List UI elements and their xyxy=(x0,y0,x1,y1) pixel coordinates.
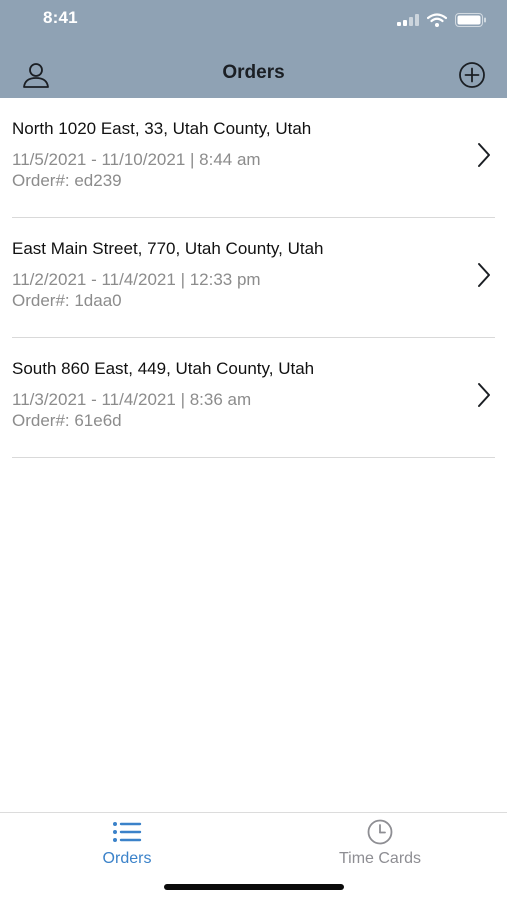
chevron-right-icon xyxy=(478,263,490,287)
order-address: North 1020 East, 33, Utah County, Utah xyxy=(12,119,312,138)
wifi-icon xyxy=(427,13,447,27)
order-address: East Main Street, 770, Utah County, Utah xyxy=(12,239,324,258)
row-divider xyxy=(12,457,495,458)
cellular-signal-icon xyxy=(397,14,419,26)
tab-time-cards[interactable]: Time Cards xyxy=(310,819,450,871)
status-icons xyxy=(397,13,487,27)
order-dates: 11/5/2021 - 11/10/2021 | 8:44 am xyxy=(12,150,261,169)
add-order-button[interactable] xyxy=(457,60,487,90)
order-address: South 860 East, 449, Utah County, Utah xyxy=(12,359,315,378)
tab-time-cards-label: Time Cards xyxy=(338,850,422,867)
chevron-right-icon xyxy=(478,143,490,167)
plus-circle-icon xyxy=(459,62,485,88)
status-time: 8:41 xyxy=(43,8,78,27)
order-row[interactable]: East Main Street, 770, Utah County, Utah… xyxy=(0,218,507,338)
page-title: Orders xyxy=(222,62,285,83)
order-number: Order#: 1daa0 xyxy=(12,291,122,310)
tab-orders[interactable]: Orders xyxy=(57,819,197,871)
clock-icon xyxy=(367,819,393,845)
navigation-header: 8:41 Orders xyxy=(0,0,507,98)
order-number: Order#: 61e6d xyxy=(12,411,122,430)
order-dates: 11/2/2021 - 11/4/2021 | 12:33 pm xyxy=(12,270,261,289)
order-dates: 11/3/2021 - 11/4/2021 | 8:36 am xyxy=(12,390,252,409)
home-indicator[interactable] xyxy=(164,884,344,890)
order-row[interactable]: North 1020 East, 33, Utah County, Utah 1… xyxy=(0,98,507,218)
list-icon xyxy=(113,822,142,842)
battery-icon xyxy=(455,13,486,27)
orders-list: North 1020 East, 33, Utah County, Utah 1… xyxy=(0,98,507,458)
chevron-right-icon xyxy=(478,383,490,407)
tab-orders-label: Orders xyxy=(102,850,152,867)
order-number: Order#: ed239 xyxy=(12,171,122,190)
order-row[interactable]: South 860 East, 449, Utah County, Utah 1… xyxy=(0,338,507,458)
